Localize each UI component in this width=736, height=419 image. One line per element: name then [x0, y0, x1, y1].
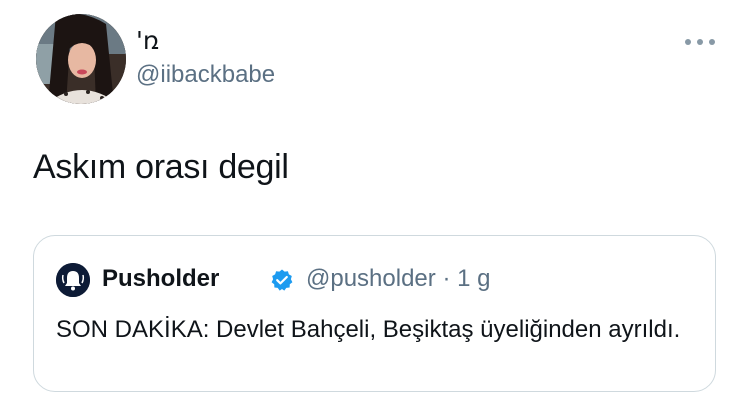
meta-separator: · — [442, 265, 451, 292]
quoted-meta: @pusholder · 1 g — [306, 264, 491, 294]
more-horizontal-icon[interactable] — [684, 36, 716, 48]
author-display-name[interactable]: 'ռ — [136, 26, 159, 56]
author-avatar[interactable] — [36, 14, 126, 104]
dot — [685, 39, 691, 45]
avatar-photo — [36, 14, 126, 104]
quoted-author-handle[interactable]: @pusholder — [306, 265, 436, 292]
author-handle[interactable]: @iibackbabe — [136, 60, 275, 90]
verified-badge-icon — [271, 269, 293, 291]
bell-icon — [56, 263, 90, 297]
tweet: 'ռ @iibackbabe Askım orası degil Pushold… — [0, 0, 736, 419]
dot — [709, 39, 715, 45]
quoted-tweet-card[interactable]: Pusholder @pusholder · 1 g SON DAKİKA: D… — [33, 235, 716, 392]
dot — [697, 39, 703, 45]
quoted-tweet-text: SON DAKİKA: Devlet Bahçeli, Beşiktaş üye… — [56, 316, 681, 343]
tweet-text: Askım orası degil — [33, 148, 289, 186]
quoted-author-avatar[interactable] — [56, 263, 90, 297]
quoted-author-name[interactable]: Pusholder — [102, 264, 219, 294]
quoted-timestamp[interactable]: 1 g — [457, 265, 490, 292]
